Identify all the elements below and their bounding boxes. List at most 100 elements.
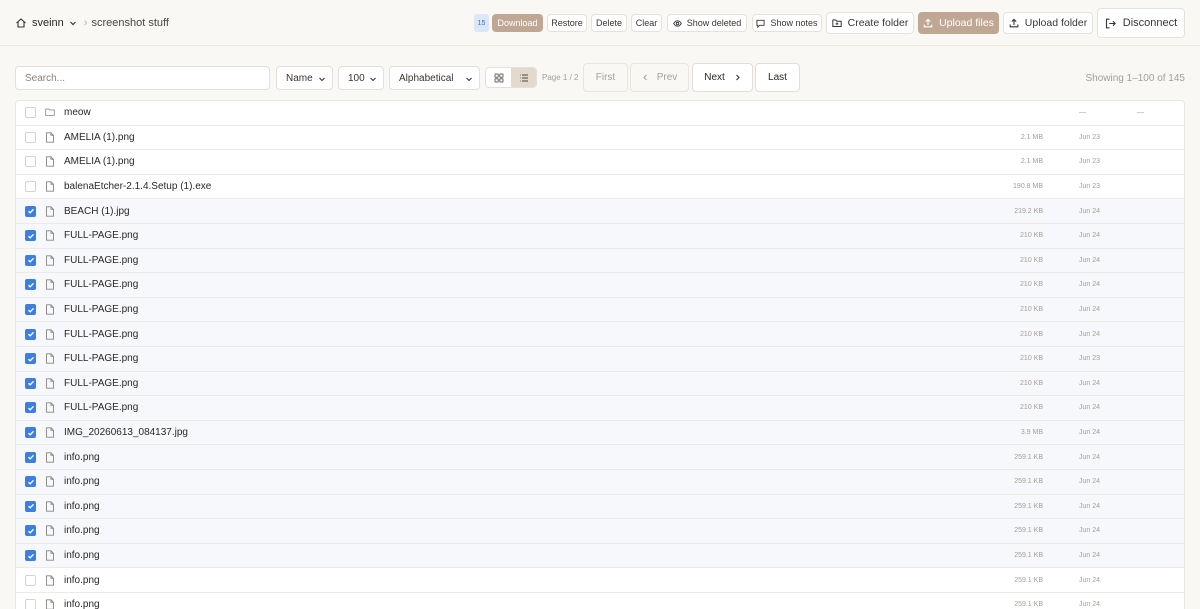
show-deleted-label: Show deleted [686, 18, 742, 28]
row-checkbox[interactable] [25, 230, 36, 242]
sort-order-select[interactable]: Alphabetical [389, 66, 480, 90]
row-checkbox[interactable] [25, 377, 36, 389]
upload-files-button[interactable]: Upload files [918, 12, 999, 34]
download-button[interactable]: Download [492, 14, 543, 32]
row-checkbox[interactable] [25, 476, 36, 488]
disconnect-button[interactable]: Disconnect [1097, 8, 1185, 38]
file-name[interactable]: FULL-PAGE.png [64, 230, 138, 241]
row-checkbox[interactable] [25, 525, 36, 537]
chevron-down-icon[interactable] [68, 18, 78, 28]
row-checkbox[interactable] [25, 279, 36, 291]
file-row[interactable]: FULL-PAGE.png 210 KB Jun 23 [16, 347, 1184, 372]
sort-field-select[interactable]: Name [276, 66, 333, 90]
file-name[interactable]: info.png [64, 525, 100, 536]
file-name[interactable]: FULL-PAGE.png [64, 304, 138, 315]
next-page-button[interactable]: Next [692, 63, 753, 92]
create-folder-button[interactable]: Create folder [826, 12, 914, 34]
file-name[interactable]: FULL-PAGE.png [64, 329, 138, 340]
file-name[interactable]: info.png [64, 476, 100, 487]
restore-button[interactable]: Restore [547, 14, 587, 32]
file-row[interactable]: info.png 259.1 KB Jun 24 [16, 568, 1184, 593]
search-input[interactable]: Search... [15, 66, 270, 90]
upload-folder-button[interactable]: Upload folder [1003, 12, 1093, 34]
row-checkbox[interactable] [25, 550, 36, 562]
file-name[interactable]: info.png [64, 550, 100, 561]
row-checkbox[interactable] [25, 427, 36, 439]
file-date: Jun 24 [1079, 404, 1101, 412]
row-checkbox[interactable] [25, 599, 36, 609]
file-name[interactable]: BEACH (1).jpg [64, 206, 130, 217]
file-name[interactable]: info.png [64, 452, 100, 463]
clear-label: Clear [635, 18, 658, 28]
file-row[interactable]: info.png 259.1 KB Jun 24 [16, 494, 1184, 520]
file-row[interactable]: FULL-PAGE.png 210 KB Jun 24 [16, 297, 1184, 323]
eye-icon [672, 19, 682, 27]
first-page-button[interactable]: First [583, 63, 628, 92]
file-row[interactable]: FULL-PAGE.png 210 KB Jun 24 [16, 224, 1184, 249]
row-checkbox[interactable] [25, 500, 36, 512]
file-size: 210 KB [1020, 256, 1043, 264]
file-row[interactable]: info.png 259.1 KB Jun 24 [16, 445, 1184, 470]
file-row[interactable]: BEACH (1).jpg 219.2 KB Jun 24 [16, 199, 1184, 224]
breadcrumb: sveinn › screenshot stuff [15, 0, 169, 46]
file-row[interactable]: FULL-PAGE.png 210 KB Jun 24 [16, 273, 1184, 298]
row-checkbox[interactable] [25, 574, 36, 586]
file-row[interactable]: FULL-PAGE.png 210 KB Jun 24 [16, 248, 1184, 274]
delete-button[interactable]: Delete [591, 14, 627, 32]
file-row[interactable]: AMELIA (1).png 2.1 MB Jun 23 [16, 126, 1184, 151]
list-view-button[interactable] [511, 68, 536, 87]
folder-plus-icon [831, 19, 842, 27]
file-date: Jun 24 [1079, 552, 1101, 560]
row-checkbox[interactable] [25, 304, 36, 316]
row-checkbox[interactable] [25, 254, 36, 266]
row-checkbox[interactable] [25, 328, 36, 340]
show-notes-button[interactable]: Show notes [752, 14, 822, 32]
row-checkbox[interactable] [25, 402, 36, 414]
file-name[interactable]: FULL-PAGE.png [64, 353, 138, 364]
file-date: Jun 24 [1079, 601, 1101, 609]
clear-button[interactable]: Clear [631, 14, 662, 32]
file-row[interactable]: AMELIA (1).png 2.1 MB Jun 23 [16, 150, 1184, 175]
file-size: 2.1 MB [1020, 133, 1043, 141]
chevron-down-icon [319, 77, 325, 82]
file-name[interactable]: info.png [64, 575, 100, 586]
file-name[interactable]: AMELIA (1).png [64, 132, 135, 143]
file-row[interactable]: info.png 259.1 KB Jun 24 [16, 519, 1184, 544]
file-row[interactable]: info.png 259.1 KB Jun 24 [16, 593, 1184, 609]
file-name[interactable]: FULL-PAGE.png [64, 255, 138, 266]
user-switcher[interactable]: sveinn [32, 17, 64, 29]
file-row[interactable]: FULL-PAGE.png 210 KB Jun 24 [16, 322, 1184, 347]
last-label: Last [768, 72, 787, 83]
row-checkbox[interactable] [25, 353, 36, 365]
file-name[interactable]: IMG_20260613_084137.jpg [64, 427, 188, 438]
file-name[interactable]: balenaEtcher-2.1.4.Setup (1).exe [64, 181, 211, 192]
file-row[interactable]: FULL-PAGE.png 210 KB Jun 24 [16, 371, 1184, 397]
row-checkbox[interactable] [25, 205, 36, 217]
breadcrumb-current-folder[interactable]: screenshot stuff [91, 17, 168, 29]
last-page-button[interactable]: Last [755, 63, 800, 92]
grid-view-button[interactable] [486, 68, 511, 87]
row-checkbox[interactable] [25, 131, 36, 143]
file-row[interactable]: IMG_20260613_084137.jpg 3.9 MB Jun 24 [16, 420, 1184, 446]
file-row[interactable]: FULL-PAGE.png 210 KB Jun 24 [16, 396, 1184, 421]
folder-row[interactable]: meow — — [16, 101, 1184, 126]
file-name[interactable]: info.png [64, 599, 100, 609]
row-checkbox[interactable] [25, 181, 36, 193]
file-name[interactable]: info.png [64, 501, 100, 512]
row-checkbox[interactable] [25, 107, 36, 119]
file-name[interactable]: FULL-PAGE.png [64, 378, 138, 389]
file-date: Jun 23 [1079, 133, 1101, 141]
file-name[interactable]: FULL-PAGE.png [64, 402, 138, 413]
page-size-select[interactable]: 100 [338, 66, 384, 90]
row-checkbox[interactable] [25, 451, 36, 463]
row-checkbox[interactable] [25, 156, 36, 168]
file-row[interactable]: info.png 259.1 KB Jun 24 [16, 470, 1184, 495]
file-name[interactable]: FULL-PAGE.png [64, 279, 138, 290]
home-icon[interactable] [15, 17, 27, 29]
file-name[interactable]: meow [64, 107, 91, 118]
file-name[interactable]: AMELIA (1).png [64, 156, 135, 167]
file-row[interactable]: info.png 259.1 KB Jun 24 [16, 543, 1184, 569]
show-deleted-button[interactable]: Show deleted [667, 14, 747, 32]
file-row[interactable]: balenaEtcher-2.1.4.Setup (1).exe 190.8 MB… [16, 175, 1184, 200]
prev-page-button[interactable]: Prev [630, 63, 689, 92]
